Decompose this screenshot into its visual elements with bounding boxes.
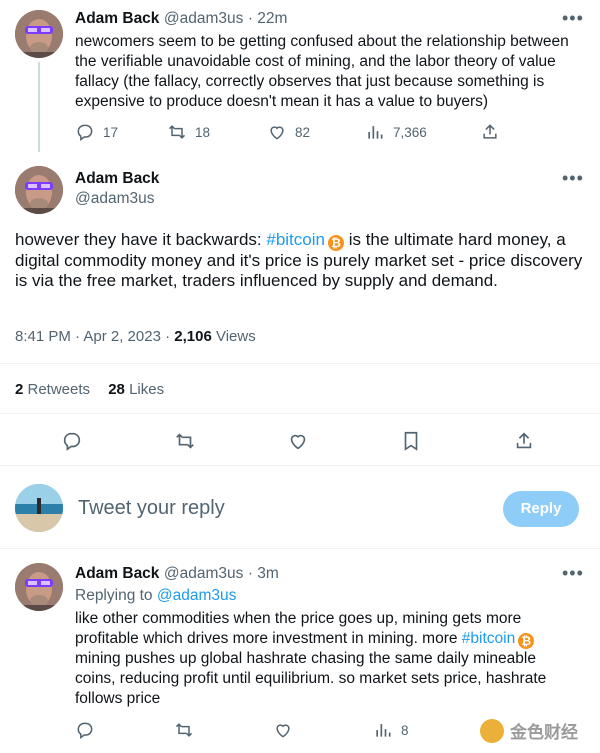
divider	[0, 548, 600, 549]
reply-count: 17	[103, 124, 119, 140]
likes-count: 28	[108, 381, 125, 398]
more-options-button[interactable]: •••	[562, 168, 584, 189]
likes-stat[interactable]: 28 Likes	[108, 381, 164, 398]
share-icon	[516, 432, 532, 449]
reply-button[interactable]	[75, 720, 95, 740]
author-handle[interactable]: @adam3us	[75, 190, 155, 208]
bookmark-button[interactable]	[400, 430, 422, 457]
replying-label: Replying to	[75, 587, 157, 604]
tweet-text: newcomers seem to be getting confused ab…	[75, 33, 569, 110]
tweet-text-part: mining pushes up global hashrate chasing…	[75, 650, 547, 707]
reply-input[interactable]: Tweet your reply	[78, 497, 225, 520]
tweet1-header: Adam Back @adam3us · 22m	[75, 10, 287, 28]
views-label: Views	[211, 328, 256, 345]
bitcoin-icon: ₿	[327, 235, 344, 251]
views-button[interactable]: 7,366	[365, 122, 427, 142]
retweet-icon	[168, 125, 186, 139]
more-options-button[interactable]: •••	[562, 8, 584, 29]
views-button[interactable]: 8	[373, 720, 409, 740]
heart-icon	[276, 724, 290, 738]
views-icon	[376, 724, 391, 737]
mention-link[interactable]: @adam3us	[157, 587, 237, 604]
watermark-logo-icon	[480, 718, 504, 743]
divider	[0, 413, 600, 414]
engagement-stats: 2 Retweets 28 Likes	[15, 381, 164, 398]
tweet-datetime[interactable]: 8:41 PM · Apr 2, 2023 ·	[15, 328, 174, 345]
retweet-icon	[176, 433, 194, 449]
like-button[interactable]: 82	[267, 122, 310, 142]
tweet3-actions: 8	[75, 720, 505, 742]
like-count: 82	[295, 124, 311, 140]
hashtag-link[interactable]: #bitcoin	[462, 630, 515, 647]
more-options-button[interactable]: •••	[562, 563, 584, 584]
retweet-icon	[175, 723, 193, 737]
replying-to: Replying to @adam3us	[75, 587, 236, 605]
tweet-text: like other commodities when the price go…	[75, 609, 575, 709]
tweet-meta: 8:41 PM · Apr 2, 2023 · 2,106 Views	[15, 328, 256, 345]
tweet-text: however they have it backwards: #bitcoin…	[15, 230, 585, 291]
hashtag-link[interactable]: #bitcoin	[266, 230, 325, 249]
retweet-button[interactable]	[174, 720, 194, 740]
divider	[0, 363, 600, 364]
retweet-button[interactable]	[174, 430, 196, 457]
like-button[interactable]	[273, 720, 293, 740]
bitcoin-icon: ₿	[518, 633, 535, 649]
author-name[interactable]: Adam Back	[75, 10, 159, 27]
views-icon	[368, 126, 383, 139]
reply-icon	[63, 432, 81, 451]
retweets-label: Retweets	[23, 381, 91, 398]
reply-button[interactable]	[61, 430, 83, 457]
heart-icon	[290, 434, 306, 450]
reply-icon	[77, 722, 93, 739]
author-handle[interactable]: @adam3us	[164, 10, 244, 27]
reply-submit-button[interactable]: Reply	[503, 491, 579, 527]
share-button[interactable]	[513, 430, 535, 457]
thread-line	[38, 62, 40, 152]
author-name[interactable]: Adam Back	[75, 170, 159, 188]
author-handle[interactable]: @adam3us	[164, 565, 244, 582]
share-button[interactable]	[480, 122, 500, 142]
views-count: 2,106	[174, 328, 212, 345]
retweet-button[interactable]: 18	[167, 122, 210, 142]
reply-button[interactable]: 17	[75, 122, 118, 142]
avatar[interactable]	[15, 166, 63, 214]
retweet-count: 18	[195, 124, 211, 140]
user-avatar[interactable]	[15, 484, 63, 532]
bookmark-icon	[404, 431, 418, 451]
tweet-time[interactable]: · 3m	[248, 565, 279, 582]
retweets-stat[interactable]: 2 Retweets	[15, 381, 90, 398]
watermark-text: 金色财经	[510, 723, 578, 742]
share-icon	[483, 124, 497, 139]
divider	[0, 465, 600, 466]
avatar[interactable]	[15, 563, 63, 611]
avatar[interactable]	[15, 10, 63, 58]
tweet-time[interactable]: · 22m	[248, 10, 288, 27]
heart-icon	[270, 126, 284, 140]
tweet-text-part: however they have it backwards:	[15, 230, 267, 249]
likes-label: Likes	[124, 381, 165, 398]
tweet3-header: Adam Back @adam3us · 3m	[75, 565, 279, 583]
views-count: 8	[401, 722, 409, 738]
watermark: 金色财经	[480, 718, 578, 743]
views-count: 7,366	[393, 124, 427, 140]
like-button[interactable]	[287, 430, 309, 457]
reply-icon	[77, 124, 93, 141]
author-name[interactable]: Adam Back	[75, 565, 159, 582]
tweet-text-part: like other commodities when the price go…	[75, 610, 522, 647]
tweet1-actions: 17 18 82 7,366	[75, 122, 505, 144]
